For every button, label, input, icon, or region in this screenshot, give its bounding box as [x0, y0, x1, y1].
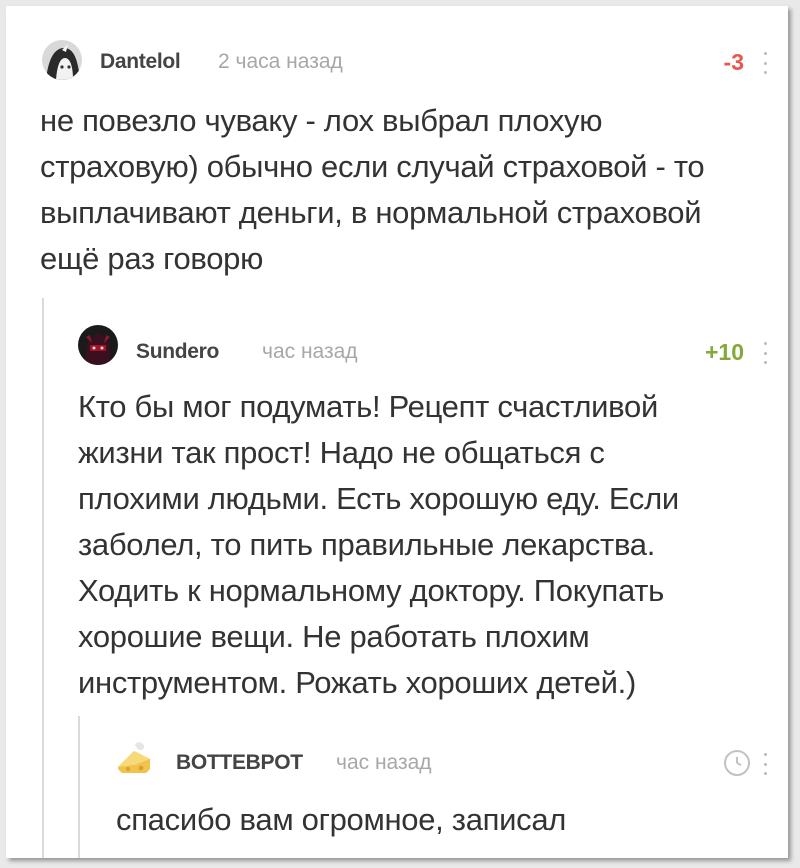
clock-icon: [724, 750, 750, 776]
comment-timestamp[interactable]: час назад: [336, 751, 432, 775]
comment-text: спасибо вам огромное, записал: [116, 802, 567, 837]
comments-panel: Dantelol 2 часа назад -3 не повезло чува…: [6, 6, 788, 858]
comment-author[interactable]: BOTTEBPOT: [176, 751, 303, 775]
more-options-icon[interactable]: [762, 753, 768, 775]
comment-bottebpot: BOTTEBPOT час назад спасибо вам огромное…: [6, 6, 788, 858]
cheese-avatar-icon[interactable]: [114, 737, 154, 777]
